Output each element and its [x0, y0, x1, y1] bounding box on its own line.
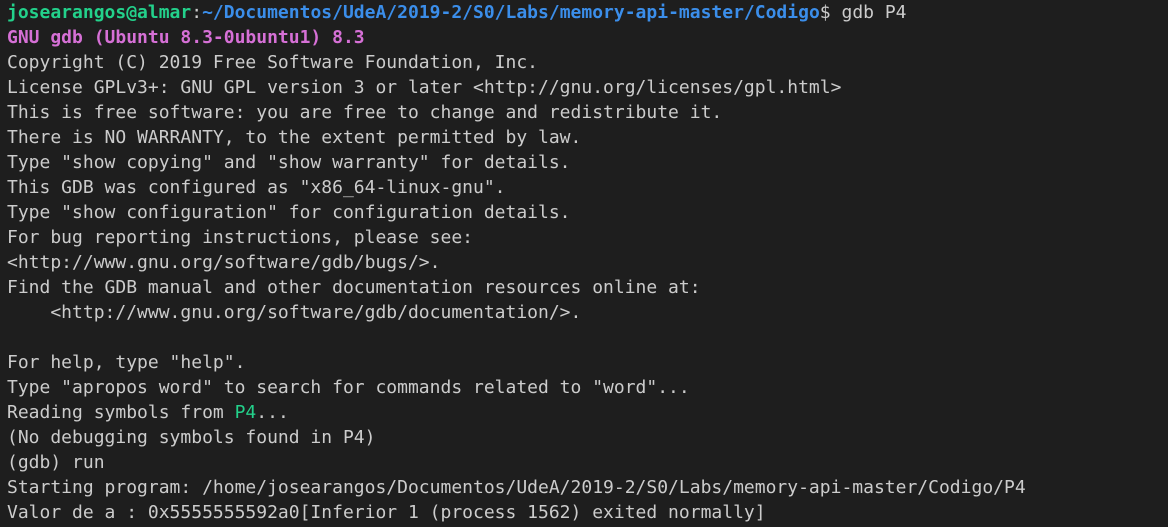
gdb-banner: Copyright (C) 2019 Free Software Foundat…: [7, 50, 1168, 400]
banner-line: [7, 325, 1168, 350]
terminal-window[interactable]: josearangos@almar:~/Documentos/UdeA/2019…: [0, 0, 1168, 527]
reading-prefix: Reading symbols from: [7, 402, 235, 423]
banner-line: Type "apropos word" to search for comman…: [7, 377, 690, 398]
banner-line: <http://www.gnu.org/software/gdb/documen…: [7, 302, 582, 323]
banner-line: There is NO WARRANTY, to the extent perm…: [7, 127, 582, 148]
prompt-symbol: $: [819, 2, 842, 23]
reading-suffix: ...: [256, 402, 289, 423]
prompt-path: ~/Documentos/UdeA/2019-2/S0/Labs/memory-…: [202, 2, 820, 23]
prompt-command: gdb P4: [841, 2, 907, 23]
banner-line: For help, type "help".: [7, 352, 246, 373]
shell-prompt-line: josearangos@almar:~/Documentos/UdeA/2019…: [7, 0, 1168, 25]
reading-symbols-line: Reading symbols from P4...: [7, 400, 1168, 425]
output-line: Valor de a : 0x5555555592a0[Inferior 1 (…: [7, 502, 766, 523]
banner-line: Copyright (C) 2019 Free Software Foundat…: [7, 52, 539, 73]
output-line: (No debugging symbols found in P4): [7, 427, 376, 448]
banner-line: Type "show copying" and "show warranty" …: [7, 152, 571, 173]
reading-file: P4: [234, 402, 257, 423]
banner-line: Find the GDB manual and other documentat…: [7, 277, 701, 298]
program-output: (No debugging symbols found in P4) (gdb) …: [7, 425, 1168, 525]
output-line: Starting program: /home/josearangos/Docu…: [7, 477, 1026, 498]
prompt-user-host: josearangos@almar: [7, 2, 192, 23]
banner-line: This GDB was configured as "x86_64-linux…: [7, 177, 506, 198]
banner-line: Type "show configuration" for configurat…: [7, 202, 571, 223]
prompt-colon: :: [191, 2, 203, 23]
banner-line: This is free software: you are free to c…: [7, 102, 723, 123]
banner-line: For bug reporting instructions, please s…: [7, 227, 473, 248]
output-line: (gdb) run: [7, 452, 105, 473]
banner-line: <http://www.gnu.org/software/gdb/bugs/>.: [7, 252, 441, 273]
banner-line: License GPLv3+: GNU GPL version 3 or lat…: [7, 77, 842, 98]
gdb-version-title: GNU gdb (Ubuntu 8.3-0ubuntu1) 8.3: [7, 27, 365, 48]
